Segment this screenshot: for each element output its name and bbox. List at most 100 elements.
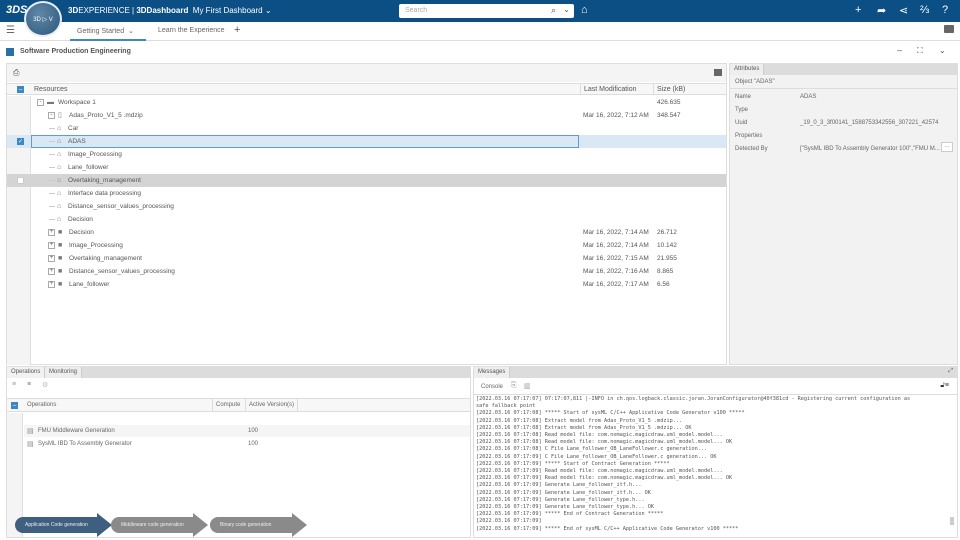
process-step-arrow: Application Code generation	[15, 513, 112, 537]
expander-minus-icon[interactable]: -	[37, 99, 44, 106]
expander-plus-icon[interactable]: +	[48, 255, 55, 262]
select-all-checkbox[interactable]: –	[11, 402, 18, 409]
attribute-key: Uuid	[735, 120, 748, 126]
expander-plus-icon[interactable]: +	[48, 229, 55, 236]
clear-icon[interactable]: ▥	[524, 382, 531, 390]
log-line: [2022.03.16 07:17:09] ***** End of Contr…	[476, 511, 664, 518]
chevron-down-icon[interactable]: ⌄	[563, 5, 570, 14]
app-title[interactable]: 3DEXPERIENCE | 3DDashboard My First Dash…	[68, 6, 272, 15]
expander-plus-icon[interactable]: +	[48, 281, 55, 288]
log-line: [2022.03.16 07:17:08] ***** Start of sys…	[476, 410, 745, 417]
tree-row[interactable]: ⌂ Overtaking_management	[7, 174, 726, 187]
settings-icon[interactable]: ⚙	[42, 381, 48, 389]
operation-row[interactable]: ▤ FMU Middleware Generation 100	[24, 425, 470, 437]
column-last-modification[interactable]: Last Modification	[580, 83, 640, 95]
tree-line	[49, 219, 55, 220]
compass-icon[interactable]: 3D ▷ V	[24, 1, 62, 37]
minimize-icon[interactable]: –	[897, 45, 902, 55]
more-button[interactable]: ...	[941, 142, 953, 152]
block-icon: ⌂	[57, 216, 62, 223]
log-line: [2022.03.16 07:17:09] Generate Lane_foll…	[476, 504, 655, 511]
scrollbar-thumb[interactable]	[950, 517, 954, 525]
column-active-versions[interactable]: Active Version(s)	[245, 399, 299, 411]
row-label: Decision	[68, 216, 93, 223]
tree-line	[49, 206, 55, 207]
row-modified: Mar 16, 2022, 7:15 AM	[583, 255, 649, 262]
share-icon[interactable]: ➦	[877, 4, 886, 17]
expander-plus-icon[interactable]: +	[48, 242, 55, 249]
row-checkbox[interactable]	[17, 177, 24, 184]
search-placeholder: Search	[405, 7, 428, 14]
apps-icon[interactable]: ⅔	[920, 4, 929, 16]
copy-icon[interactable]: ⎘	[511, 382, 517, 390]
tree-row[interactable]: ⌂ Decision	[7, 213, 726, 226]
help-icon[interactable]: ?	[942, 4, 948, 16]
layout-icon[interactable]	[714, 69, 722, 76]
chat-icon[interactable]	[944, 25, 954, 33]
tree-row[interactable]: - ▯ Adas_Proto_V1_5 .mdzip Mar 16, 2022, 7:…	[7, 109, 726, 122]
tab-getting-started[interactable]: Getting Started ⌄	[77, 27, 134, 35]
tree-header: – Resources Last Modification Size (kB)	[7, 83, 726, 95]
tab-learn-experience[interactable]: Learn the Experience	[158, 27, 225, 34]
add-icon[interactable]: +	[855, 4, 861, 16]
menu-icon[interactable]: ☰	[6, 25, 15, 36]
tree-row[interactable]: ✓ ⌂ ADAS	[7, 135, 726, 148]
row-checkbox[interactable]: ✓	[17, 138, 24, 145]
operation-version: 100	[248, 441, 259, 447]
tree-row[interactable]: + ■ Lane_follower Mar 16, 2022, 7:17 AM 6.56	[7, 278, 726, 291]
tree-row[interactable]: ⌂ Image_Processing	[7, 148, 726, 161]
attribute-key: Properties	[735, 133, 763, 139]
column-resources[interactable]: Resources	[34, 86, 67, 93]
select-all-checkbox[interactable]: –	[17, 86, 24, 93]
tag-icon[interactable]: ⌂	[581, 4, 588, 16]
column-operations[interactable]: Operations	[27, 402, 56, 408]
row-label: Distance_sensor_values_processing	[68, 203, 174, 210]
column-size[interactable]: Size (kB)	[653, 83, 688, 95]
row-size: 10.142	[657, 242, 677, 249]
tree-row[interactable]: - ▬ Workspace 1 426.635	[7, 96, 726, 109]
search-icon[interactable]: ⌕	[551, 5, 556, 16]
row-label: Distance_sensor_values_processing	[69, 268, 175, 275]
tree-row[interactable]: + ■ Image_Processing Mar 16, 2022, 7:14 AM 1…	[7, 239, 726, 252]
tab-monitoring[interactable]: Monitoring	[45, 367, 83, 378]
tree-line	[49, 154, 55, 155]
tab-label: Getting Started	[77, 28, 125, 35]
social-icon[interactable]: ⋖	[899, 4, 908, 17]
add-tab-icon[interactable]: +	[234, 24, 240, 36]
attribute-value: ["SysML IBD To Assembly Generator 100","…	[800, 146, 940, 152]
row-label: Lane_follower	[68, 164, 109, 171]
tab-messages[interactable]: Messages	[474, 367, 511, 378]
expand-icon[interactable]: ⤢	[948, 368, 953, 375]
expander-minus-icon[interactable]: -	[48, 112, 55, 119]
tree-row[interactable]: + ■ Overtaking_management Mar 16, 2022, 7:1…	[7, 252, 726, 265]
file-icon: ▯	[58, 112, 62, 119]
attribute-key: Type	[735, 107, 749, 113]
tab-attributes[interactable]: Attributes	[730, 64, 765, 75]
operation-row[interactable]: ▤ SysML IBD To Assembly Generator 100	[24, 438, 470, 450]
console-label[interactable]: Console	[481, 384, 503, 390]
maximize-icon[interactable]: ⛶	[917, 46, 923, 56]
search-input[interactable]: Search ⌕ ⌄	[399, 4, 574, 18]
print-icon[interactable]: ⎙	[13, 68, 19, 78]
tree-row[interactable]: ⌂ Interface data processing	[7, 187, 726, 200]
tree-row[interactable]: + ■ Decision Mar 16, 2022, 7:14 AM 26.712	[7, 226, 726, 239]
messages-tabbar: Messages ⤢	[474, 367, 957, 378]
tree-row[interactable]: ⌂ Car	[7, 122, 726, 135]
folder-icon: ■	[58, 229, 63, 236]
tree-row[interactable]: + ■ Distance_sensor_values_processing Mar 1…	[7, 265, 726, 278]
process-step-arrow: Binary code generation	[210, 513, 307, 537]
log-line: [2022.03.16 07:17:09] C File Lane_follow…	[476, 453, 717, 460]
tree-row[interactable]: ⌂ Lane_follower	[7, 161, 726, 174]
add-operation-icon[interactable]: ≡	[12, 381, 16, 388]
tab-operations[interactable]: Operations	[7, 367, 46, 378]
column-compute[interactable]: Compute	[212, 399, 243, 411]
operation-name: FMU Middleware Generation	[38, 428, 115, 434]
chevron-down-icon[interactable]: ⌄	[939, 46, 946, 55]
dashboard-name: My First Dashboard	[192, 6, 263, 15]
row-label: Image_Processing	[69, 242, 123, 249]
lock-icon[interactable]: 🔓︎≡	[940, 382, 949, 390]
tree-row[interactable]: ⌂ Distance_sensor_values_processing	[7, 200, 726, 213]
expander-plus-icon[interactable]: +	[48, 268, 55, 275]
row-label: Interface data processing	[68, 190, 141, 197]
remove-operation-icon[interactable]: ≡	[27, 381, 31, 388]
